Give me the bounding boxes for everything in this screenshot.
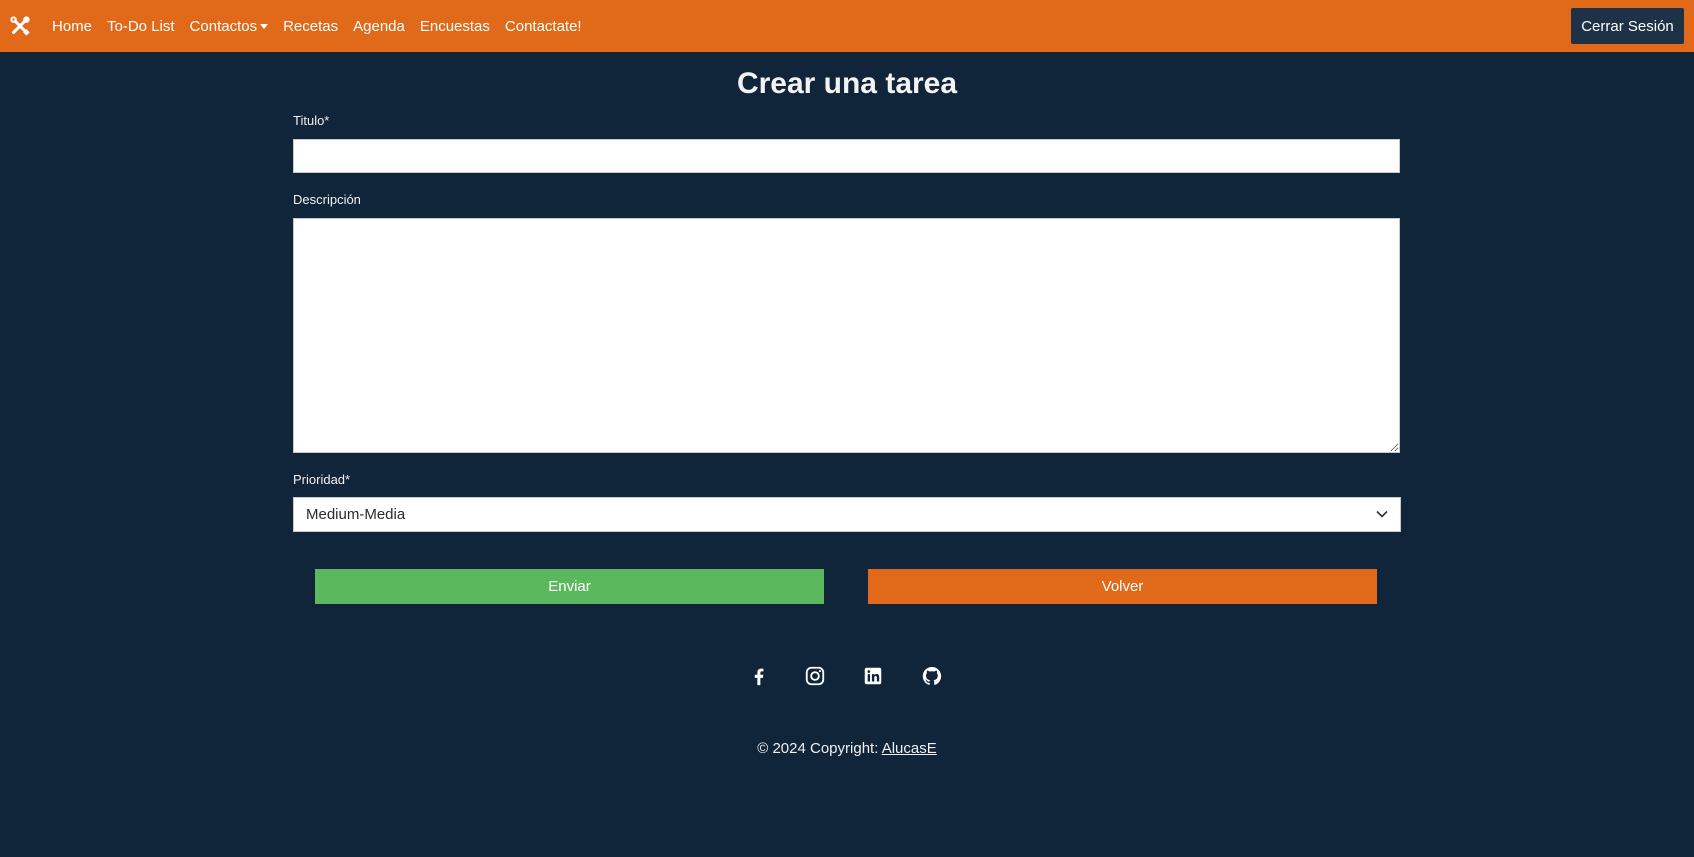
top-navbar: Home To-Do List Contactos Recetas Agenda…	[0, 0, 1694, 52]
nav-link-recetas[interactable]: Recetas	[283, 18, 338, 35]
titulo-input[interactable]	[293, 139, 1400, 173]
prioridad-selected-value: Medium-Media	[306, 506, 406, 523]
submit-button[interactable]: Enviar	[315, 569, 824, 604]
tools-icon[interactable]	[9, 15, 31, 37]
nav-dropdown-contactos[interactable]: Contactos	[190, 18, 269, 35]
instagram-icon[interactable]	[804, 665, 826, 687]
facebook-icon[interactable]	[748, 665, 770, 687]
page-title: Crear una tarea	[736, 67, 958, 100]
nav-link-contactate[interactable]: Contactate!	[505, 18, 582, 35]
nav-link-home[interactable]: Home	[52, 18, 92, 35]
prioridad-select[interactable]: Medium-Media	[293, 497, 1401, 532]
prioridad-label: Prioridad*	[293, 472, 351, 487]
linkedin-icon[interactable]	[862, 665, 884, 687]
logout-button[interactable]: Cerrar Sesión	[1571, 8, 1684, 44]
github-icon[interactable]	[921, 665, 943, 687]
nav-links: Home To-Do List Contactos Recetas Agenda…	[52, 0, 597, 52]
copyright-text: © 2024 Copyright:	[757, 740, 882, 757]
chevron-down-icon	[1376, 510, 1388, 518]
nav-link-todo-list[interactable]: To-Do List	[107, 18, 175, 35]
nav-link-agenda[interactable]: Agenda	[353, 18, 405, 35]
descripcion-label: Descripción	[293, 192, 361, 207]
titulo-label: Titulo*	[293, 113, 330, 128]
descripcion-textarea[interactable]	[293, 218, 1400, 453]
caret-down-icon	[260, 24, 269, 29]
footer-copyright: © 2024 Copyright: AlucasE	[0, 738, 1694, 760]
back-button[interactable]: Volver	[868, 569, 1377, 604]
author-link[interactable]: AlucasE	[882, 740, 937, 757]
nav-dropdown-contactos-label: Contactos	[189, 17, 258, 35]
nav-link-encuestas[interactable]: Encuestas	[420, 18, 490, 35]
